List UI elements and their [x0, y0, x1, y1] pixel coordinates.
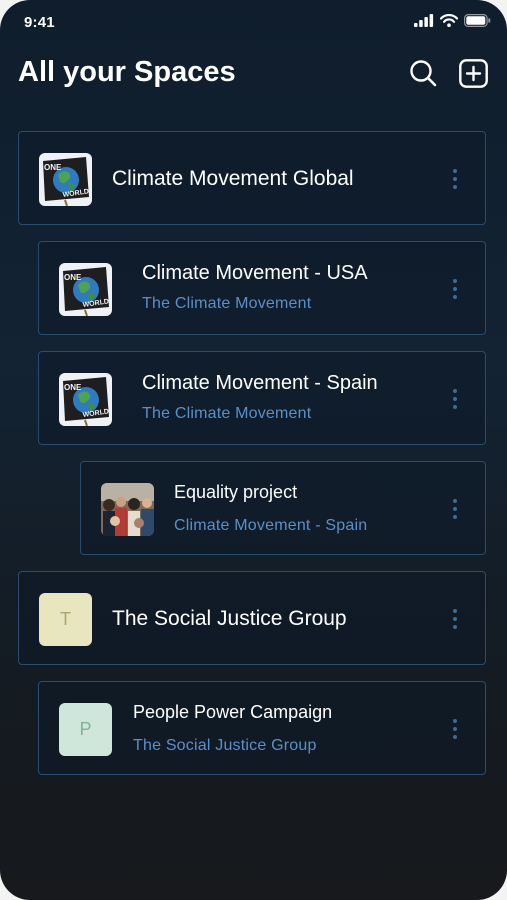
- more-options-button[interactable]: [449, 276, 461, 302]
- space-name: People Power Campaign: [133, 702, 333, 722]
- kebab-dot: [453, 735, 457, 739]
- space-thumbnail-one-world: ONE WORLD: [39, 153, 92, 206]
- more-options-button[interactable]: [449, 716, 461, 742]
- space-name: Climate Movement - USA: [142, 262, 368, 284]
- status-bar: 9:41: [0, 0, 507, 44]
- search-icon: [410, 60, 437, 87]
- cellular-signal-icon: [414, 14, 434, 27]
- kebab-dot: [453, 617, 457, 621]
- space-name: The Social Justice Group: [112, 607, 347, 630]
- space-card-equality-project[interactable]: Equality project Climate Movement - Spai…: [80, 461, 486, 555]
- kebab-dot: [453, 185, 457, 189]
- status-icons: [414, 14, 491, 27]
- battery-icon: [464, 14, 491, 27]
- more-options-button[interactable]: [449, 496, 461, 522]
- space-thumbnail-one-world: ONE WORLD: [59, 373, 112, 426]
- kebab-dot: [453, 499, 457, 503]
- more-options-button[interactable]: [449, 606, 461, 632]
- more-options-button[interactable]: [449, 386, 461, 412]
- kebab-dot: [453, 515, 457, 519]
- space-card-climate-movement-global[interactable]: ONE WORLD Climate Movement Global: [18, 131, 486, 225]
- kebab-dot: [453, 389, 457, 393]
- space-thumbnail-crowd-photo: [101, 483, 154, 536]
- kebab-dot: [453, 169, 457, 173]
- kebab-dot: [453, 507, 457, 511]
- add-space-button[interactable]: [458, 58, 488, 88]
- kebab-dot: [453, 397, 457, 401]
- space-parent-link[interactable]: Climate Movement - Spain: [174, 517, 367, 535]
- thumb-text-one: ONE: [64, 273, 82, 282]
- space-name: Climate Movement - Spain: [142, 372, 378, 394]
- kebab-dot: [453, 287, 457, 291]
- wifi-icon: [440, 14, 458, 27]
- space-name: Climate Movement Global: [112, 167, 354, 190]
- page-title: All your Spaces: [18, 56, 236, 88]
- space-parent-link[interactable]: The Climate Movement: [142, 295, 311, 313]
- space-thumbnail-one-world: ONE WORLD: [59, 263, 112, 316]
- kebab-dot: [453, 295, 457, 299]
- kebab-dot: [453, 625, 457, 629]
- kebab-dot: [453, 609, 457, 613]
- plus-square-icon: [458, 58, 488, 88]
- space-card-climate-movement-usa[interactable]: ONE WORLD Climate Movement - USA The Cli…: [38, 241, 486, 335]
- space-parent-link[interactable]: The Social Justice Group: [133, 737, 317, 755]
- thumb-text-one: ONE: [44, 163, 62, 172]
- kebab-dot: [453, 279, 457, 283]
- space-letter-avatar: P: [59, 703, 112, 756]
- search-button[interactable]: [408, 58, 438, 88]
- thumb-text-one: ONE: [64, 383, 82, 392]
- status-time: 9:41: [24, 14, 55, 31]
- space-card-the-social-justice-group[interactable]: T The Social Justice Group: [18, 571, 486, 665]
- kebab-dot: [453, 719, 457, 723]
- space-card-people-power-campaign[interactable]: P People Power Campaign The Social Justi…: [38, 681, 486, 775]
- kebab-dot: [453, 405, 457, 409]
- kebab-dot: [453, 727, 457, 731]
- app-screen: 9:41 All your Spaces ONE WORLD Climate M…: [0, 0, 507, 900]
- space-parent-link[interactable]: The Climate Movement: [142, 405, 311, 423]
- kebab-dot: [453, 177, 457, 181]
- space-card-climate-movement-spain[interactable]: ONE WORLD Climate Movement - Spain The C…: [38, 351, 486, 445]
- space-name: Equality project: [174, 482, 298, 502]
- space-letter-avatar: T: [39, 593, 92, 646]
- more-options-button[interactable]: [449, 166, 461, 192]
